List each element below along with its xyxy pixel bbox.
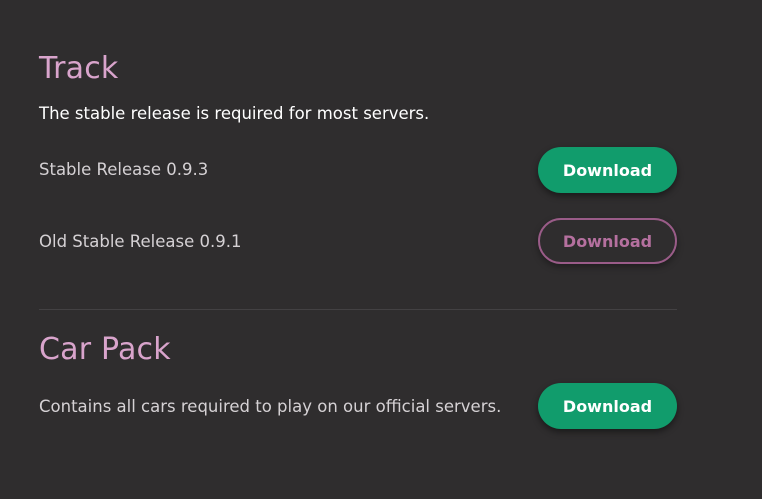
track-note: The stable release is required for most … — [39, 104, 430, 123]
track-title: Track — [39, 51, 119, 86]
stable-release-label: Stable Release 0.9.3 — [39, 160, 209, 179]
car-pack-title: Car Pack — [39, 332, 171, 367]
stable-release-download-button[interactable]: Download — [538, 147, 677, 193]
old-stable-release-download-button[interactable]: Download — [538, 218, 677, 264]
car-pack-description: Contains all cars required to play on ou… — [39, 397, 502, 416]
section-divider — [39, 309, 677, 310]
old-stable-release-label: Old Stable Release 0.9.1 — [39, 232, 242, 251]
car-pack-download-button[interactable]: Download — [538, 383, 677, 429]
